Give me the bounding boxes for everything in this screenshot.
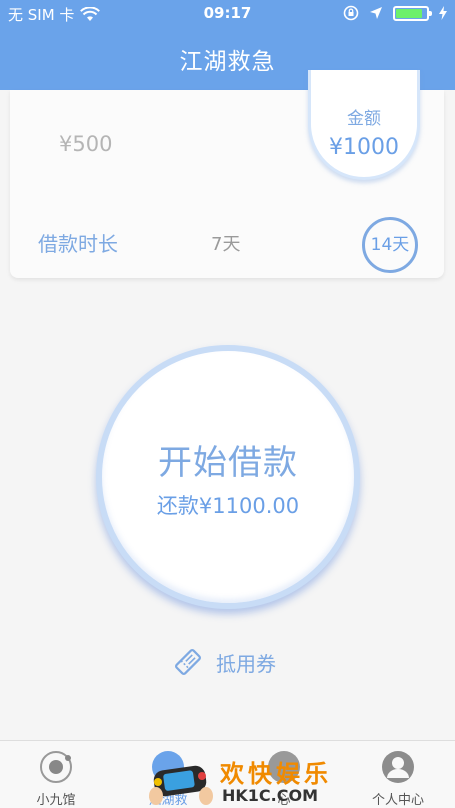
planet-icon xyxy=(40,751,72,783)
loan-options-card: ¥500 金额 ¥1000 借款时长 7天 14天 xyxy=(10,70,444,278)
amount-selected-bubble[interactable]: 金额 ¥1000 xyxy=(308,70,420,180)
tab-personal-center[interactable]: 个人中心 xyxy=(348,749,448,808)
rotation-lock-icon xyxy=(343,5,359,21)
game-controller-icon xyxy=(149,765,213,805)
ticket-icon xyxy=(175,649,201,675)
user-icon xyxy=(382,751,414,783)
amount-option-500[interactable]: ¥500 xyxy=(59,132,112,156)
location-icon xyxy=(370,7,382,19)
watermark: 欢快娱乐 HK1C.COM xyxy=(148,752,338,808)
coupon-label: 抵用券 xyxy=(216,651,276,676)
charging-icon xyxy=(439,6,447,20)
duration-option-14[interactable]: 14天 xyxy=(362,217,418,273)
duration-option-7[interactable]: 7天 xyxy=(211,230,240,256)
duration-label: 借款时长 xyxy=(38,232,118,256)
battery-icon xyxy=(393,5,432,21)
tab-label: 小九馆 xyxy=(36,793,76,808)
status-icons xyxy=(343,5,447,21)
coupon-link[interactable]: 抵用券 xyxy=(172,646,276,678)
start-loan-label: 开始借款 xyxy=(158,443,298,483)
tab-xiaojiuguan[interactable]: 小九馆 xyxy=(6,749,106,808)
repay-amount: 还款¥1100.00 xyxy=(156,494,300,518)
amount-selected-value: ¥1000 xyxy=(329,135,399,160)
watermark-url: HK1C.COM xyxy=(222,786,319,805)
amount-label: 金额 xyxy=(347,109,381,129)
watermark-title: 欢快娱乐 xyxy=(220,760,332,788)
status-bar: 无 SIM 卡 09:17 xyxy=(0,0,455,28)
start-loan-button[interactable]: 开始借款 还款¥1100.00 xyxy=(96,345,360,609)
tab-label: 个人中心 xyxy=(371,793,424,808)
